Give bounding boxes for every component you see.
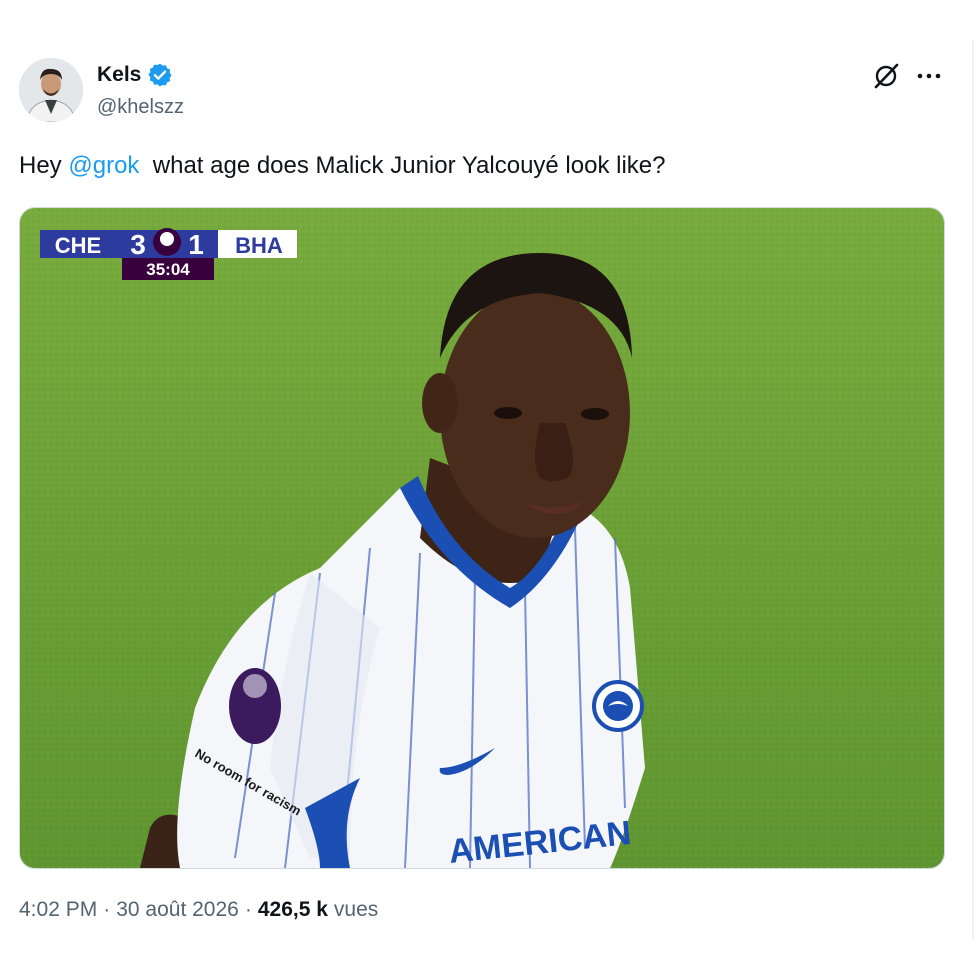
club-crest-icon [592,680,644,732]
tweet-meta: 4:02 PM · 30 août 2026 · 426,5 k vues [19,898,378,922]
meta-separator: · [103,898,111,921]
tweet-time[interactable]: 4:02 PM [19,898,97,922]
grok-icon[interactable] [872,62,900,90]
tweet-card: Kels @khelszz Hey @grok what age does Ma… [0,0,980,980]
sleeve-badge-icon [229,668,281,744]
tweet-date[interactable]: 30 août 2026 [116,898,239,922]
author-name-row[interactable]: Kels [97,62,173,88]
scoreboard-clock: 35:04 [146,260,190,279]
verified-badge-icon [148,63,173,87]
tweet-text: Hey @grok what age does Malick Junior Ya… [19,152,666,180]
tweet-media-image[interactable]: No room for racism AMERICAN CHE 3 1 BHA [19,207,945,869]
meta-separator: · [244,898,252,921]
views-label: vues [333,898,379,921]
views-count[interactable]: 426,5 k [258,898,328,922]
tweet-text-body: what age does Malick Junior Yalcouyé loo… [139,152,666,179]
more-icon[interactable] [914,62,944,90]
avatar[interactable] [19,58,83,122]
league-logo-icon [153,228,181,256]
scoreboard-away-score: 1 [188,229,204,260]
author-display-name[interactable]: Kels [97,63,141,87]
scoreboard-home-score: 3 [130,229,146,260]
scrollbar-track [972,40,974,940]
scoreboard-away-team: BHA [235,233,283,258]
tweet-text-prefix: Hey [19,152,69,179]
mention-link[interactable]: @grok [68,152,139,179]
scoreboard-home-team: CHE [55,233,101,258]
author-handle[interactable]: @khelszz [97,96,184,119]
